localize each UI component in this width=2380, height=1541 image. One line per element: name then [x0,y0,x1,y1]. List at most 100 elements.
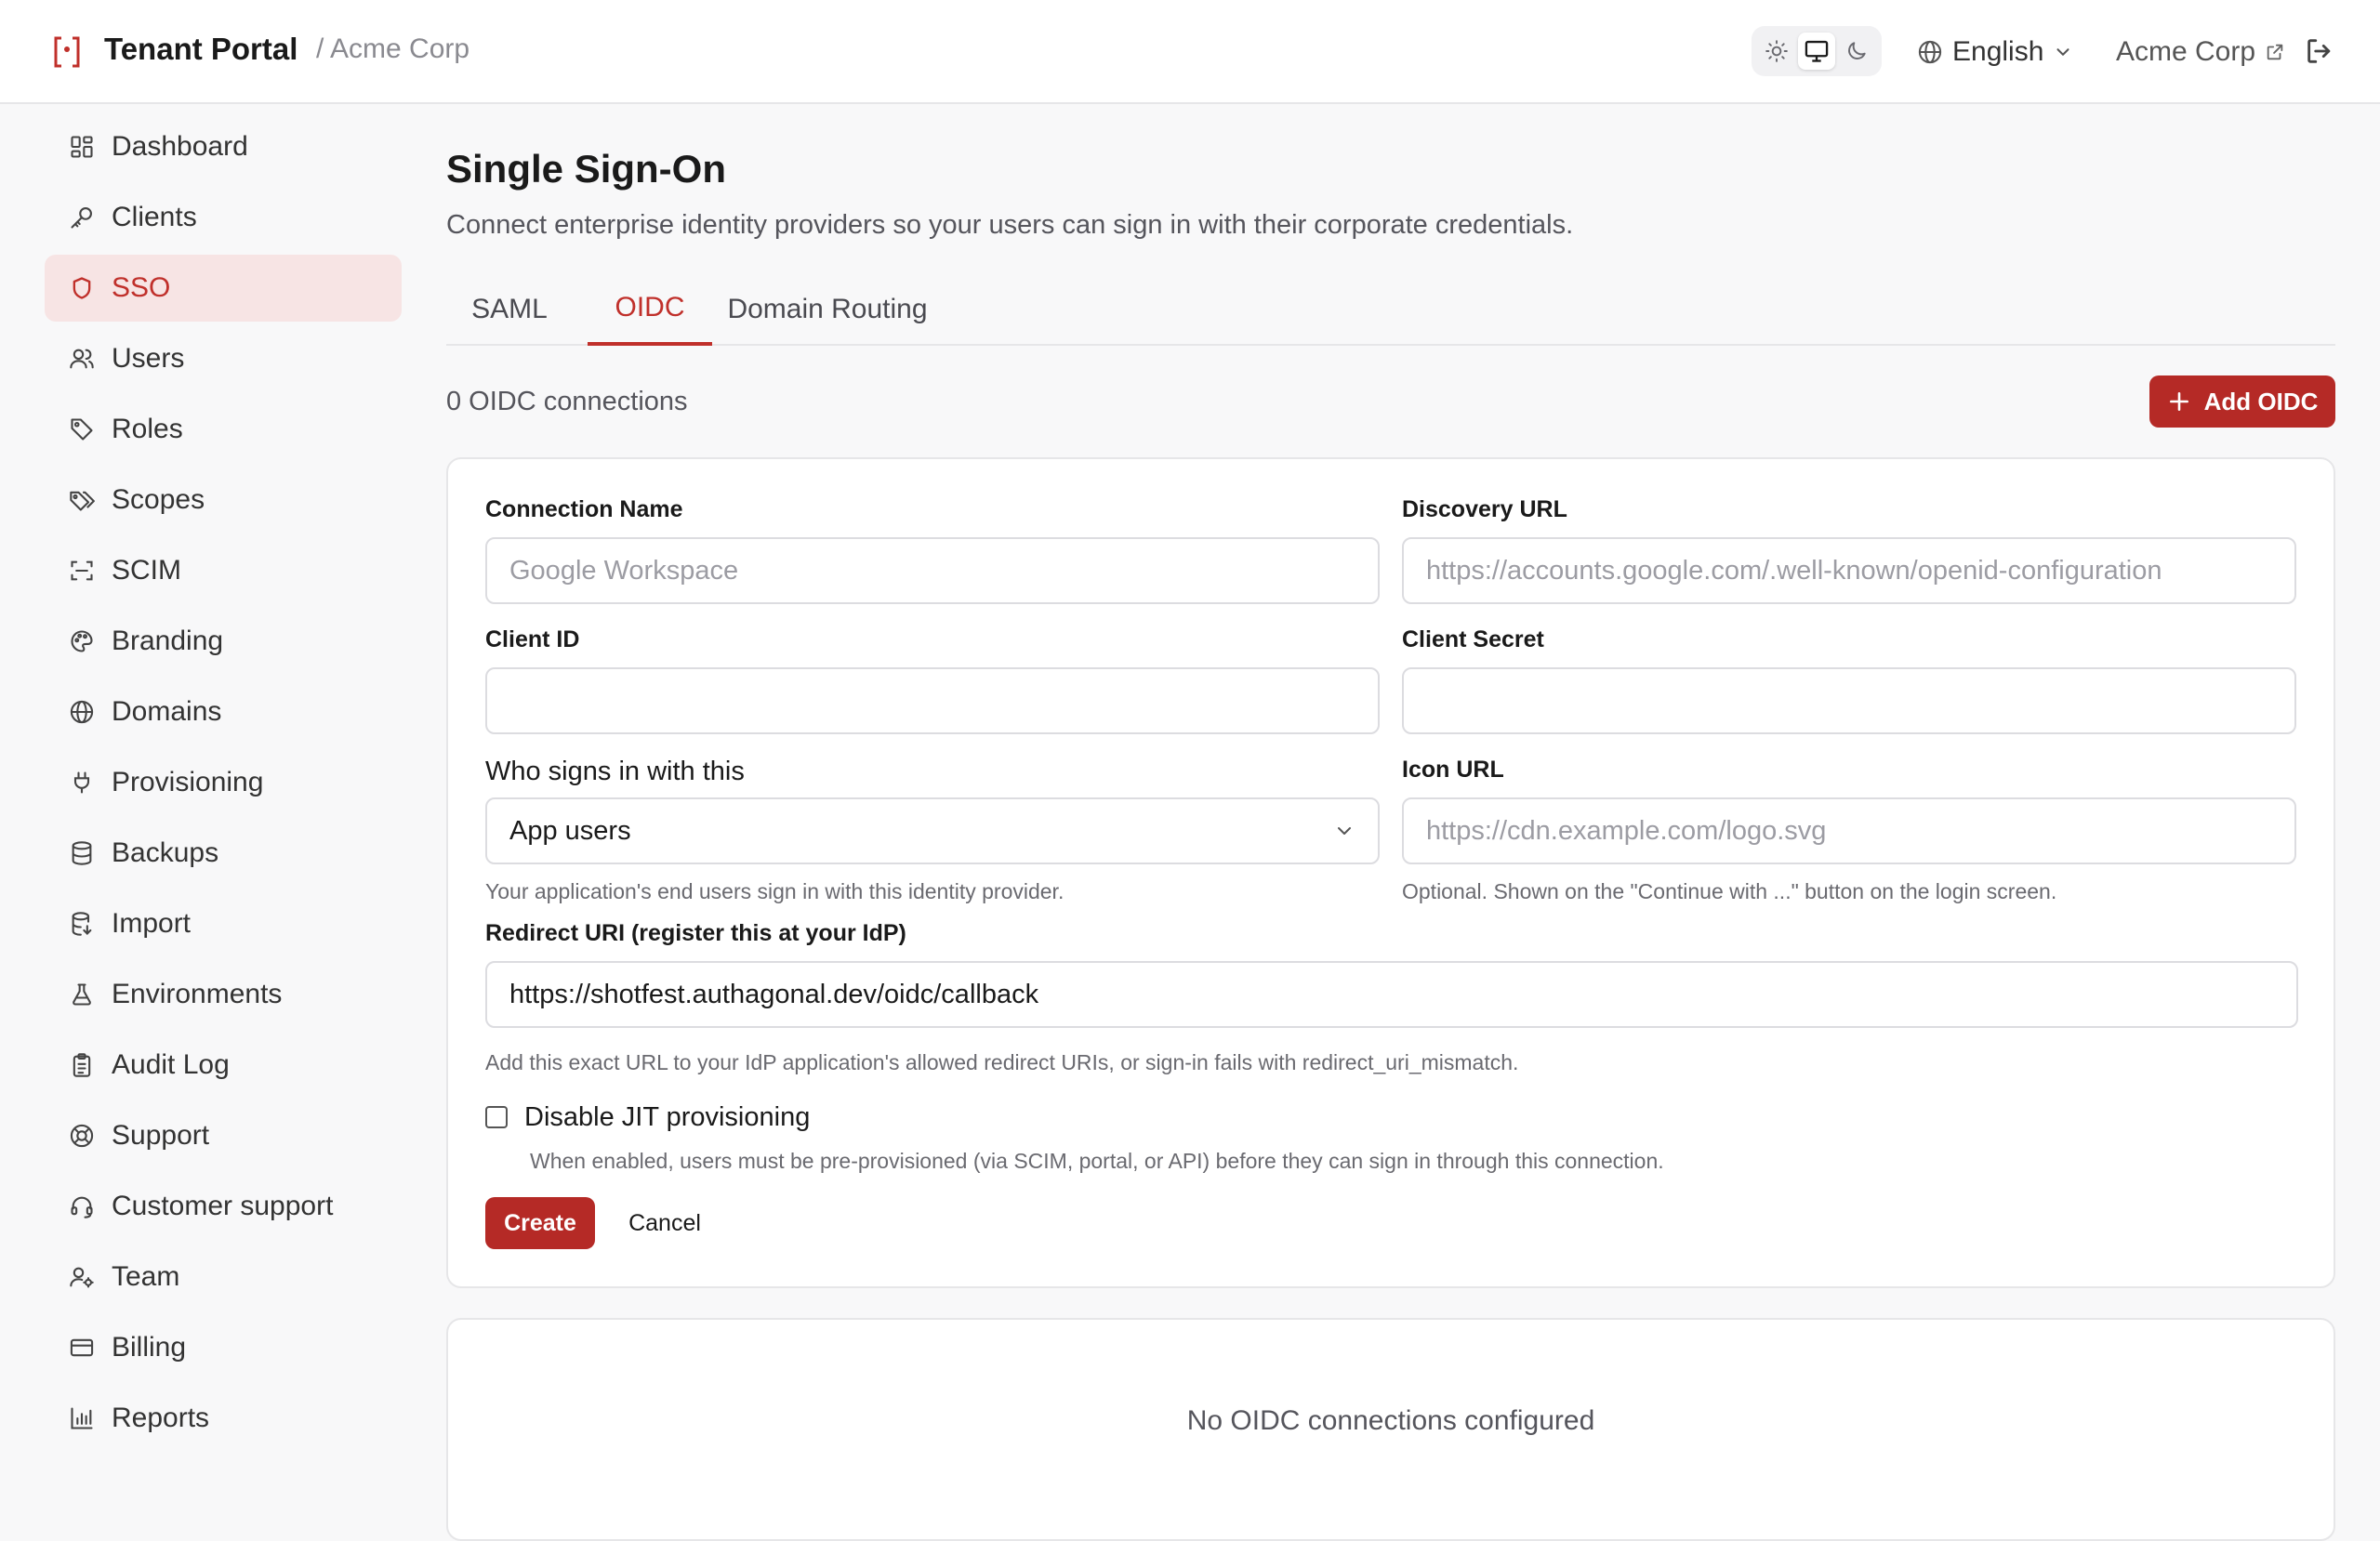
add-oidc-label: Add OIDC [2203,387,2319,415]
flask-icon [67,980,97,1009]
plus-icon [2169,392,2188,411]
sidebar-item-reports[interactable]: Reports [45,1385,402,1452]
disable-jit-hint: When enabled, users must be pre-provisio… [530,1149,1664,1173]
users-icon [67,344,97,374]
sidebar-nav: Dashboard Clients SSO Users Roles Scopes [45,113,402,1455]
system-theme-button[interactable] [1797,33,1835,70]
chevron-down-icon [2056,48,2069,56]
sidebar-item-label: Users [112,343,185,374]
sidebar-item-users[interactable]: Users [45,325,402,392]
sidebar-item-provisioning[interactable]: Provisioning [45,749,402,816]
sidebar-item-label: Scopes [112,484,205,515]
tab-oidc[interactable]: OIDC [588,273,712,346]
language-selector[interactable]: English [1917,32,2073,72]
scan-icon [67,556,97,586]
database-icon [67,838,97,868]
headset-icon [67,1192,97,1221]
client-secret-input[interactable] [1402,667,2296,734]
connection-name-label: Connection Name [485,496,683,522]
add-oidc-button[interactable]: Add OIDC [2149,375,2335,428]
credit-card-icon [67,1333,97,1363]
sidebar-item-branding[interactable]: Branding [45,608,402,675]
sidebar-item-roles[interactable]: Roles [45,396,402,463]
sidebar-item-label: Audit Log [112,1049,230,1080]
sidebar-item-dashboard[interactable]: Dashboard [45,113,402,180]
moon-icon [1847,42,1866,59]
disable-jit-checkbox[interactable] [485,1106,508,1128]
sidebar-item-scopes[interactable]: Scopes [45,467,402,533]
plug-icon [67,768,97,797]
page-subtitle: Connect enterprise identity providers so… [446,210,1574,240]
sidebar-item-scim[interactable]: SCIM [45,537,402,604]
sidebar-item-backups[interactable]: Backups [45,820,402,887]
create-button[interactable]: Create [485,1197,595,1249]
who-signs-in-hint: Your application's end users sign in wit… [485,879,1064,903]
sidebar-item-audit-log[interactable]: Audit Log [45,1032,402,1099]
org-external-link[interactable]: Acme Corp [2116,32,2285,72]
sidebar-item-label: Domains [112,696,222,727]
redirect-uri-label: Redirect URI (register this at your IdP) [485,920,906,946]
client-secret-label: Client Secret [1402,626,1544,652]
sidebar-item-label: Roles [112,414,183,444]
top-header: Tenant Portal / Acme Corp English Acme C… [0,0,2380,104]
sun-icon [1765,40,1789,62]
sidebar-item-label: Clients [112,202,197,232]
tab-domain-routing[interactable]: Domain Routing [725,273,930,346]
bar-chart-icon [67,1403,97,1433]
external-link-icon [2267,44,2283,60]
connection-name-input[interactable] [485,537,1380,604]
sidebar-item-import[interactable]: Import [45,890,402,957]
sidebar-item-label: Provisioning [112,767,264,797]
sidebar-item-label: Support [112,1120,210,1151]
language-label: English [1952,36,2044,67]
who-signs-in-select[interactable]: App users [485,797,1380,864]
cancel-button[interactable]: Cancel [614,1197,716,1249]
icon-url-input[interactable] [1402,797,2296,864]
who-signs-in-value: App users [509,815,631,846]
sidebar-item-customer-support[interactable]: Customer support [45,1173,402,1240]
disable-jit-label[interactable]: Disable JIT provisioning [524,1102,810,1133]
redirect-uri-hint: Add this exact URL to your IdP applicati… [485,1050,1519,1074]
sidebar-item-label: Reports [112,1403,210,1433]
sidebar-item-sso[interactable]: SSO [45,255,402,322]
client-id-label: Client ID [485,626,580,652]
dashboard-icon [67,132,97,162]
sidebar-item-billing[interactable]: Billing [45,1314,402,1381]
discovery-url-input[interactable] [1402,537,2296,604]
sso-tabs: SAML OIDC Domain Routing [446,273,2335,346]
sidebar-item-label: SSO [112,272,171,303]
discovery-url-label: Discovery URL [1402,496,1567,522]
sidebar-item-clients[interactable]: Clients [45,184,402,251]
logout-button[interactable] [2304,35,2337,69]
empty-state-card: No OIDC connections configured [446,1318,2335,1541]
who-signs-in-label: Who signs in with this [485,757,745,786]
database-import-icon [67,909,97,939]
oidc-form-card: Connection Name Discovery URL Client ID … [446,457,2335,1288]
palette-icon [67,626,97,656]
tag-icon [67,415,97,444]
sidebar-item-support[interactable]: Support [45,1102,402,1169]
sidebar-item-label: Billing [112,1332,187,1363]
breadcrumb: / Acme Corp [316,33,470,64]
sidebar-item-environments[interactable]: Environments [45,961,402,1028]
sidebar-item-domains[interactable]: Domains [45,678,402,745]
sidebar-item-label: Team [112,1261,180,1292]
globe-icon [1918,40,1942,64]
client-id-input[interactable] [485,667,1380,734]
sidebar-item-label: Branding [112,626,224,656]
shield-icon [67,273,97,303]
dark-theme-button[interactable] [1838,33,1875,70]
sidebar-item-label: SCIM [112,555,181,586]
brand-logo-icon [52,35,82,69]
user-cog-icon [67,1262,97,1292]
tab-saml[interactable]: SAML [446,273,573,346]
sidebar-item-team[interactable]: Team [45,1244,402,1311]
sidebar-item-label: Import [112,908,192,939]
monitor-icon [1805,40,1829,62]
icon-url-label: Icon URL [1402,757,1504,783]
logout-icon [2307,39,2331,63]
light-theme-button[interactable] [1758,33,1795,70]
page-title: Single Sign-On [446,147,726,191]
sidebar-item-label: Backups [112,837,219,868]
redirect-uri-input[interactable] [485,961,2298,1028]
